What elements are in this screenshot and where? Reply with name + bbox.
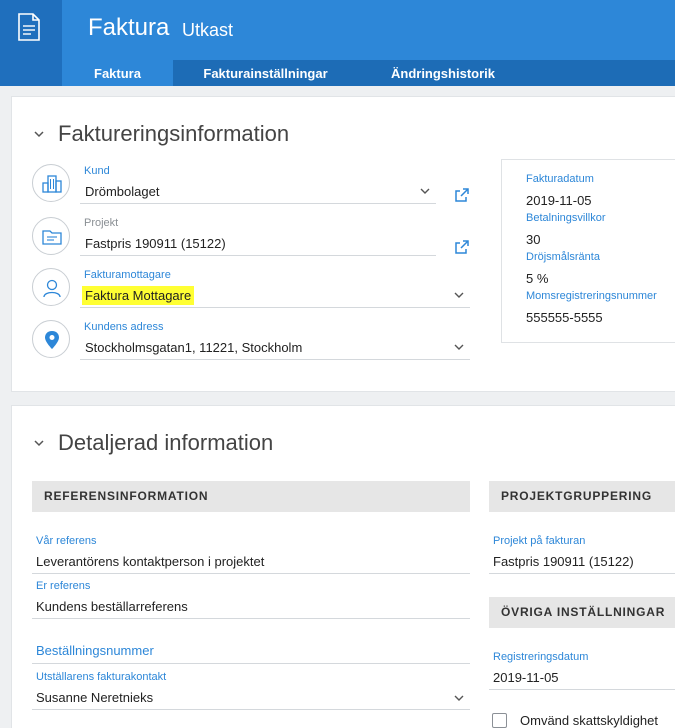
payment-terms-value: 30 [526,232,541,247]
location-pin-icon [45,331,59,349]
chevron-down-icon[interactable] [454,695,464,702]
order-number-input[interactable]: Beställningsnummer [36,643,154,658]
invoice-project-value[interactable]: Fastpris 190911 (15122) [493,554,634,569]
invoice-date-value: 2019-11-05 [526,193,592,208]
issuer-contact-select[interactable]: Susanne Neretnieks [36,690,153,705]
tab-bar: Faktura Fakturainställningar Ändringshis… [62,60,675,86]
status-label: Utkast [182,20,234,40]
registration-date-underline [489,689,675,690]
customer-underline [80,203,436,204]
late-interest-label: Dröjsmålsränta [526,251,600,263]
invoice-summary-box: Fakturadatum 2019-11-05 Betalningsvillko… [501,159,675,343]
chevron-down-icon[interactable] [454,292,464,299]
chevron-down-icon[interactable] [454,344,464,351]
our-reference-input[interactable]: Leverantörens kontaktperson i projektet [36,554,264,569]
reverse-vat-checkbox[interactable] [492,713,507,728]
your-reference-input[interactable]: Kundens beställarreferens [36,599,188,614]
payment-terms-label: Betalningsvillkor [526,212,606,224]
page-title: Faktura [88,14,170,41]
invoice-date-label: Fakturadatum [526,173,594,185]
registration-date-label: Registreringsdatum [493,651,589,663]
project-grouping-header: PROJEKTGRUPPERING [489,481,675,512]
recipient-select[interactable]: Faktura Mottagare [82,286,195,305]
person-icon [43,279,61,298]
invoice-project-label: Projekt på fakturan [493,535,586,547]
tab-fakturainstallningar[interactable]: Fakturainställningar [173,60,358,86]
other-settings-header: ÖVRIGA INSTÄLLNINGAR [489,597,675,628]
section-heading-billing: Faktureringsinformation [58,121,290,146]
section-heading-details: Detaljerad information [58,430,274,455]
project-underline [80,255,436,256]
project-value: Fastpris 190911 (15122) [85,236,226,251]
customer-label: Kund [84,165,110,177]
project-label: Projekt [84,217,119,229]
app-header: Faktura Utkast Faktura Fakturainställnin… [0,0,675,86]
your-reference-underline [32,618,470,619]
order-number-underline [32,663,470,664]
reference-section-header: REFERENSINFORMATION [32,481,470,512]
address-underline [80,359,470,360]
reverse-vat-label: Omvänd skattskyldighet [520,713,659,728]
address-select[interactable]: Stockholmsgatan1, 11221, Stockholm [85,340,302,355]
registration-date-input[interactable]: 2019-11-05 [493,670,559,685]
billing-info-card: Faktureringsinformation Kund Drömbolaget… [11,96,675,392]
header-title-bar: Faktura Utkast [62,0,675,60]
recipient-underline [80,307,470,308]
chevron-down-icon[interactable] [34,129,44,139]
issuer-contact-label: Utställarens fakturakontakt [36,671,167,683]
issuer-contact-underline [32,709,470,710]
building-icon [42,175,62,193]
customer-select[interactable]: Drömbolaget [85,184,159,199]
address-icon-circle [32,320,70,358]
our-reference-label: Vår referens [36,535,97,547]
tab-faktura[interactable]: Faktura [62,60,173,86]
customer-icon-circle [32,164,70,202]
your-reference-label: Er referens [36,580,91,592]
chevron-down-icon[interactable] [420,188,430,195]
invoice-project-underline [489,573,675,574]
tab-andringshistorik[interactable]: Ändringshistorik [358,60,528,86]
address-label: Kundens adress [84,321,164,333]
project-icon-circle [32,217,70,255]
vat-number-label: Momsregistreringsnummer [526,290,657,302]
external-link-icon[interactable] [455,188,469,202]
invoice-app-icon[interactable] [0,0,62,86]
invoice-document-icon [18,13,40,41]
our-reference-underline [32,573,470,574]
project-folder-icon [42,230,62,245]
recipient-icon-circle [32,268,70,306]
details-card: Detaljerad information REFERENSINFORMATI… [11,405,675,728]
chevron-down-icon[interactable] [34,438,44,448]
vat-number-value: 555555-5555 [526,310,603,325]
late-interest-value: 5 % [526,271,549,286]
recipient-label: Fakturamottagare [84,269,171,281]
external-link-icon[interactable] [455,240,469,254]
